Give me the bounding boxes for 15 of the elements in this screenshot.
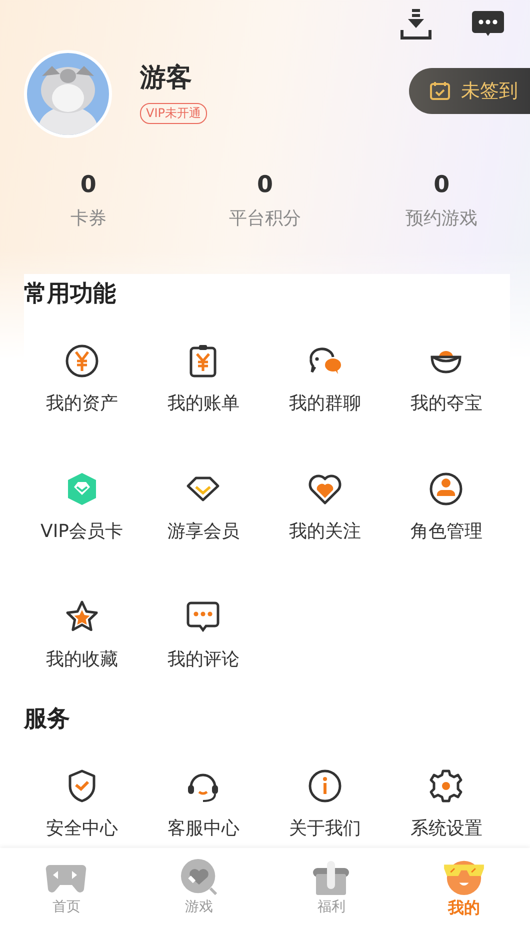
vip-status-badge: VIP未开通 <box>140 103 207 124</box>
section-title: 常用功能 <box>24 280 117 309</box>
stat-value: 0 <box>434 172 450 198</box>
calendar-check-icon <box>429 80 451 102</box>
stat-value: 0 <box>80 172 96 198</box>
section-title: 服务 <box>24 705 71 734</box>
download-icon[interactable] <box>398 6 434 42</box>
check-in-button[interactable]: 未签到 <box>409 68 530 114</box>
info-icon <box>306 768 343 804</box>
user-icon <box>428 471 464 507</box>
stat-value: 0 <box>257 172 274 198</box>
settings-icon <box>428 768 464 804</box>
yuan-coin-icon <box>64 343 100 379</box>
sunglasses-face-icon <box>442 858 486 896</box>
user-name: 游客 <box>140 62 192 95</box>
